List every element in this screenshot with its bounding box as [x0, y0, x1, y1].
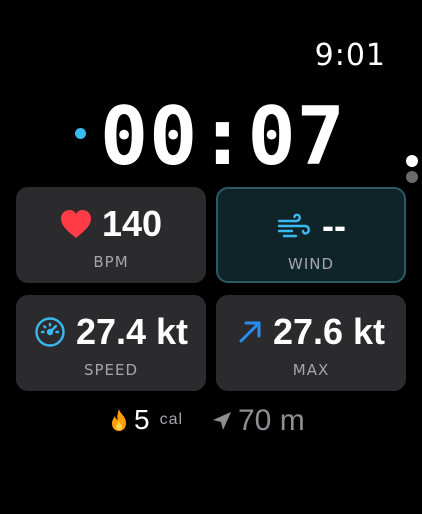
page-dot-inactive	[406, 171, 418, 183]
max-speed-label: MAX	[292, 361, 330, 379]
flame-icon	[110, 408, 128, 432]
distance-value: 70 m	[238, 404, 305, 437]
metric-tile-max-speed[interactable]: 27.6 kt MAX	[216, 295, 406, 391]
speedometer-icon	[34, 316, 66, 348]
heart-rate-value: 140	[101, 203, 163, 244]
calories-value: 5	[134, 404, 150, 435]
wind-label: WIND	[287, 255, 335, 273]
wind-icon	[276, 212, 312, 240]
summary-footer: 5 cal 70 m	[0, 404, 422, 444]
elapsed-timer: 00:07	[100, 90, 346, 183]
page-indicator[interactable]	[406, 155, 418, 183]
arrow-up-right-icon	[237, 319, 263, 345]
heart-rate-label: BPM	[93, 253, 129, 271]
page-dot-active	[406, 155, 418, 167]
heart-icon	[60, 209, 92, 239]
calories-summary: 5 cal	[110, 404, 183, 436]
metric-tile-speed[interactable]: 27.4 kt SPEED	[16, 295, 206, 391]
max-speed-value: 27.6 kt	[272, 311, 386, 352]
speed-label: SPEED	[83, 361, 139, 379]
status-time: 9:01	[314, 38, 386, 73]
wind-value: --	[322, 205, 346, 246]
calories-unit: cal	[159, 411, 184, 428]
location-arrow-icon	[212, 411, 232, 431]
speed-value: 27.4 kt	[75, 311, 189, 352]
metric-tile-wind[interactable]: -- WIND	[216, 187, 406, 283]
metric-tile-heart-rate[interactable]: 140 BPM	[16, 187, 206, 283]
distance-summary: 70 m	[212, 404, 305, 438]
recording-indicator	[75, 128, 86, 139]
